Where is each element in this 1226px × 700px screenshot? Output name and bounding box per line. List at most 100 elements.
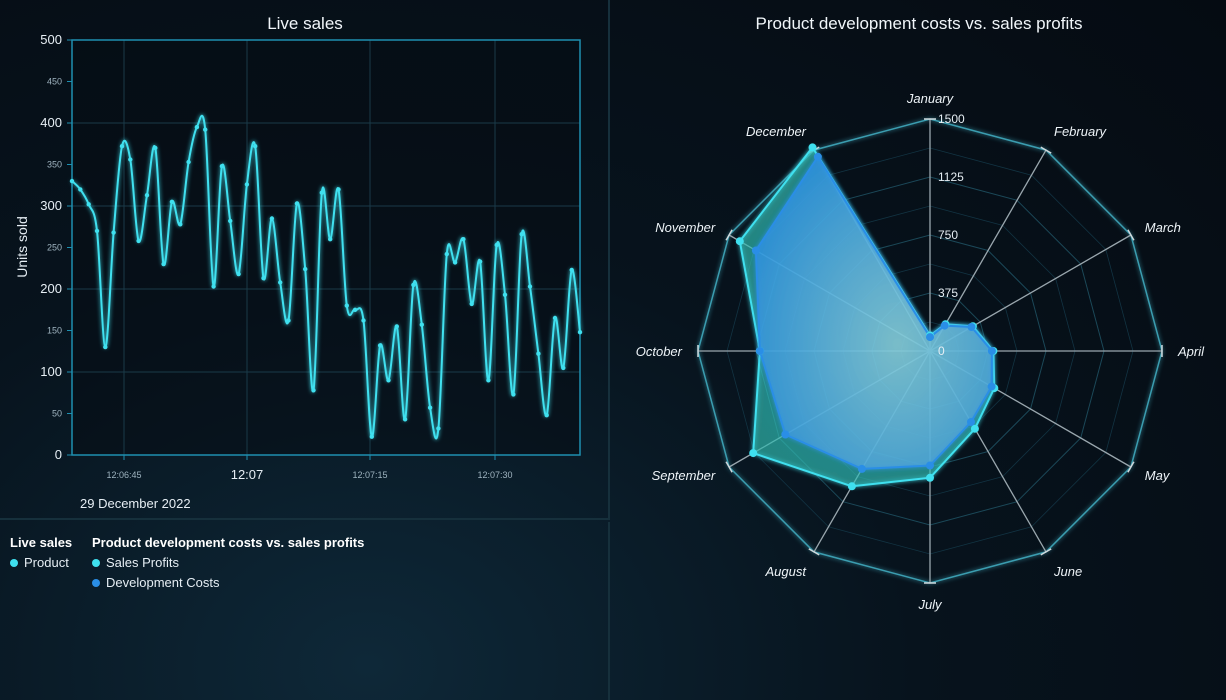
category-label: July: [917, 597, 943, 612]
legend-marker: [10, 558, 18, 567]
radial-tick-label: 0: [938, 344, 945, 358]
data-point: [536, 351, 541, 356]
y-axis-label: Units sold: [14, 216, 30, 277]
y-tick-label: 300: [40, 198, 62, 213]
category-label: January: [906, 91, 955, 106]
radar-point: [813, 152, 822, 161]
legend-item-development-costs[interactable]: Development Costs: [92, 575, 364, 590]
radar-point: [735, 237, 744, 246]
radar-series-development-costs: [754, 155, 993, 470]
radar-panel: Product development costs vs. sales prof…: [612, 0, 1226, 700]
y-tick-label: 350: [47, 160, 62, 170]
data-point: [228, 218, 233, 224]
category-label: August: [765, 564, 808, 579]
data-point: [361, 318, 366, 323]
data-point: [319, 190, 324, 195]
date-label: 29 December 2022: [80, 496, 191, 511]
data-point: [161, 261, 166, 267]
data-point: [103, 344, 108, 350]
data-point: [303, 266, 308, 272]
category-label: November: [655, 220, 716, 235]
data-point: [94, 228, 100, 234]
data-point: [186, 159, 191, 165]
data-point: [78, 187, 83, 192]
y-tick-label: 250: [47, 243, 62, 253]
legend-panel: Live sales Product Product development c…: [0, 522, 610, 700]
data-point: [244, 182, 250, 187]
data-point: [86, 202, 91, 207]
data-point: [261, 276, 266, 281]
data-point: [211, 284, 216, 289]
data-point: [569, 267, 574, 273]
legend-group-live-sales: Live sales Product: [10, 535, 72, 570]
x-tick-label: 12:06:45: [106, 470, 141, 480]
data-point: [394, 324, 399, 329]
radar-point: [926, 461, 934, 470]
line-grid: [72, 40, 580, 455]
radial-tick-label: 750: [938, 228, 958, 242]
radar-point: [749, 449, 758, 458]
data-point: [527, 284, 533, 289]
legend-group-radar: Product development costs vs. sales prof…: [92, 535, 364, 590]
legend-item-label: Product: [24, 555, 69, 570]
data-point: [444, 251, 449, 257]
radar-point: [967, 418, 975, 426]
data-point: [419, 322, 424, 327]
data-point: [519, 232, 524, 237]
live-sales-panel: Live sales 0 50 100 150 200 250 300 350 400 450 50…: [0, 0, 610, 520]
data-point: [294, 201, 300, 206]
data-point: [169, 199, 175, 204]
legend-marker: [92, 558, 100, 567]
radar-chart[interactable]: 0 375 750 1125 1500 January February March April…: [612, 0, 1226, 700]
live-sales-chart[interactable]: 0 50 100 150 200 250 300 350 400 450 500 12:06:45 12…: [0, 0, 608, 518]
legend-item-sales-profits[interactable]: Sales Profits: [92, 555, 364, 570]
data-point: [194, 124, 200, 130]
data-point: [153, 145, 158, 151]
radar-point: [857, 464, 866, 473]
radar-point: [970, 424, 979, 433]
y-tick-label: 150: [47, 326, 62, 336]
radial-tick-label: 1500: [938, 112, 965, 126]
data-point: [411, 282, 416, 288]
plot-area: [72, 40, 580, 455]
category-label: February: [1054, 124, 1108, 139]
radar-point: [808, 143, 817, 152]
category-label: June: [1053, 564, 1082, 579]
radar-point: [926, 333, 934, 342]
data-point: [69, 178, 75, 184]
data-point: [111, 230, 116, 235]
y-tick-label: 100: [40, 364, 62, 379]
data-point: [269, 216, 275, 221]
data-point: [544, 413, 549, 418]
data-point: [236, 271, 241, 277]
data-point: [436, 426, 441, 431]
data-point: [253, 144, 258, 149]
radar-series: [735, 143, 999, 491]
y-tick-label: 0: [55, 447, 62, 462]
x-tick-label: 12:07:30: [477, 470, 512, 480]
legend-marker: [92, 578, 100, 587]
data-point: [427, 405, 433, 410]
y-tick-label: 200: [40, 281, 62, 296]
data-point: [336, 187, 341, 192]
category-label: October: [636, 344, 683, 359]
radar-point: [987, 382, 996, 391]
data-point: [511, 392, 516, 397]
data-point: [502, 292, 508, 297]
radar-spoke-cap: [808, 548, 820, 556]
data-point: [119, 144, 125, 149]
data-point: [219, 164, 225, 169]
radial-tick-label: 1125: [938, 170, 964, 184]
legend-group-title: Product development costs vs. sales prof…: [92, 535, 365, 550]
legend-item-product[interactable]: Product: [10, 555, 72, 570]
x-tick-label: 12:07: [231, 467, 264, 482]
legend-item-label: Development Costs: [106, 575, 220, 590]
category-label: May: [1145, 468, 1171, 483]
data-point: [352, 307, 358, 312]
data-point: [469, 301, 474, 307]
data-point: [386, 378, 391, 383]
data-point: [128, 157, 133, 162]
data-point: [561, 365, 566, 371]
data-point: [203, 127, 208, 132]
data-point: [377, 343, 383, 348]
